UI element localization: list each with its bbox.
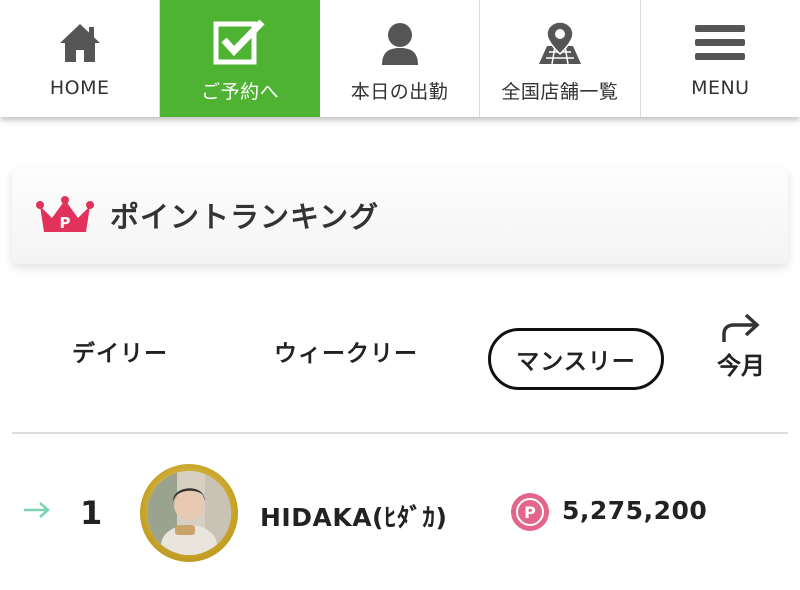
- right-arrow-icon: [22, 500, 52, 524]
- avatar-photo: [147, 471, 231, 555]
- points-value: 5,275,200: [562, 496, 708, 525]
- forward-arrow-icon: [706, 312, 776, 346]
- nav-store-list-label: 全国店舗一覧: [501, 81, 619, 103]
- nav-menu-label: MENU: [691, 77, 750, 99]
- tab-monthly[interactable]: マンスリー: [488, 328, 664, 390]
- person-icon: [372, 18, 428, 68]
- tab-weekly[interactable]: ウィークリー: [274, 334, 418, 368]
- cast-name[interactable]: HIDAKA(ﾋﾀﾞｶ): [260, 498, 447, 534]
- nav-home-label: HOME: [49, 77, 110, 99]
- next-period-button[interactable]: 今月: [706, 312, 776, 381]
- svg-text:P: P: [524, 503, 536, 522]
- points-icon: P: [510, 492, 550, 536]
- nav-today-shift-label: 本日の出勤: [350, 81, 449, 103]
- svg-text:P: P: [60, 214, 71, 232]
- nav-store-list[interactable]: 全国店舗一覧: [480, 0, 641, 117]
- nav-today-shift[interactable]: 本日の出勤: [320, 0, 481, 117]
- home-icon: [52, 18, 108, 68]
- ranking-row[interactable]: 1 HIDAKA(ﾋﾀﾞｶ) P 5,275,200: [0, 458, 800, 568]
- next-period-label: 今月: [717, 352, 765, 380]
- nav-reservation[interactable]: ご予約へ: [160, 0, 320, 117]
- divider: [12, 432, 788, 434]
- avatar[interactable]: [140, 464, 238, 562]
- checkbox-icon: [212, 18, 268, 68]
- period-tabs: デイリー ウィークリー マンスリー 今月: [0, 313, 800, 410]
- hamburger-icon: [692, 18, 748, 68]
- nav-menu[interactable]: MENU: [641, 0, 800, 117]
- top-nav: HOME ご予約へ 本日の出勤 全国店舗一覧 MENU: [0, 0, 800, 117]
- tab-daily[interactable]: デイリー: [72, 334, 168, 368]
- crown-icon: P: [36, 196, 94, 240]
- ranking-heading: P ポイントランキング: [12, 168, 788, 264]
- page-title: ポイントランキング: [110, 200, 380, 234]
- nav-home[interactable]: HOME: [0, 0, 161, 117]
- map-pin-icon: [532, 18, 588, 68]
- rank-number: 1: [80, 494, 103, 532]
- nav-reservation-label: ご予約へ: [201, 81, 280, 103]
